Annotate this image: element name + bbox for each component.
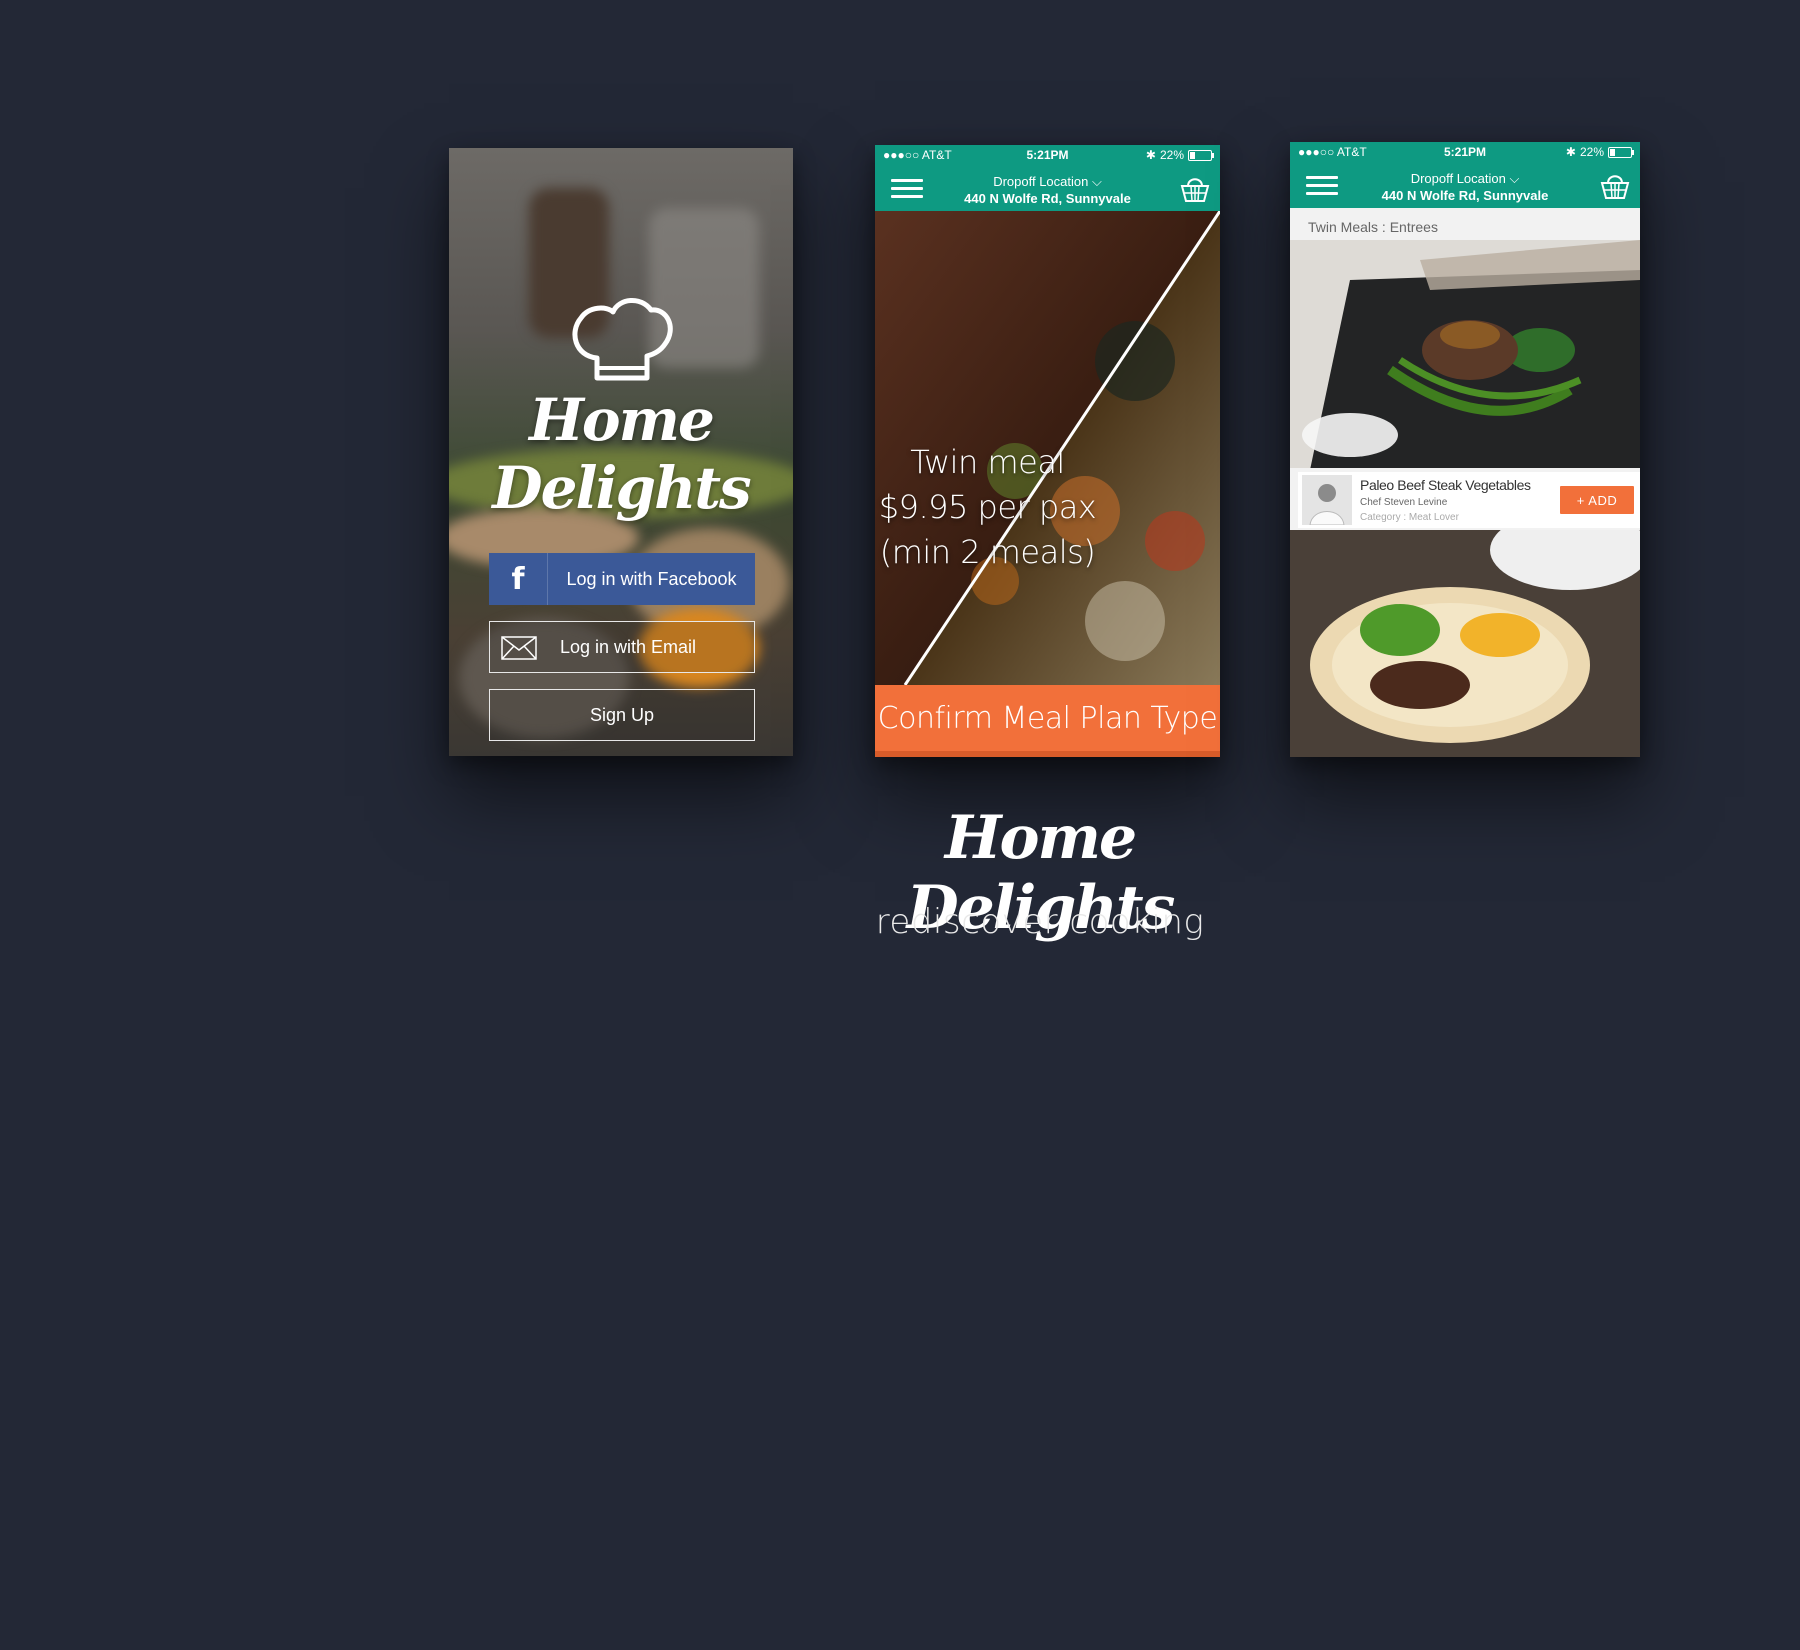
dish-category: Category : Meat Lover (1360, 512, 1459, 523)
entrees-screen: ●●●○○ AT&T 5:21PM ✱ 22% Dropoff Location… (1290, 142, 1640, 757)
dropoff-address: 440 N Wolfe Rd, Sunnyvale (964, 191, 1131, 206)
footer-tagline: rediscover cooking (875, 902, 1205, 942)
dish-name: Paleo Beef Steak Vegetables (1360, 477, 1531, 493)
facebook-icon: f (489, 553, 548, 605)
email-login-label: Log in with Email (559, 636, 697, 657)
dropoff-address: 440 N Wolfe Rd, Sunnyvale (1381, 188, 1549, 203)
promo-line-1: Twin meal (910, 443, 1065, 481)
add-to-cart-button[interactable]: + ADD (1560, 486, 1634, 514)
battery-icon (1188, 149, 1214, 161)
dropoff-location-selector[interactable]: Dropoff Location ⌵ (875, 174, 1220, 190)
bluetooth-icon: ✱ (1145, 148, 1156, 162)
breadcrumb: Twin Meals : Entrees (1308, 219, 1438, 235)
promo-line-3: (min 2 meals) (879, 533, 1096, 571)
dish-photo-steak (1290, 240, 1640, 468)
status-bar: ●●●○○ AT&T 5:21PM ✱ 22% (875, 145, 1220, 165)
status-bar: ●●●○○ AT&T 5:21PM ✱ 22% (1290, 142, 1640, 162)
dish-photo-steak-salad (1290, 530, 1640, 757)
basket-icon[interactable] (1600, 172, 1630, 200)
envelope-icon (501, 636, 537, 660)
meal-plan-screen: ●●●○○ AT&T 5:21PM ✱ 22% Dropoff Location… (875, 145, 1220, 757)
sign-up-button[interactable]: Sign Up (489, 689, 755, 741)
dropoff-location-selector[interactable]: Dropoff Location ⌵ (1290, 171, 1640, 187)
chef-name: Chef Steven Levine (1360, 497, 1448, 508)
login-brand-title: Home Delights (492, 386, 751, 522)
confirm-meal-plan-button[interactable]: Confirm Meal Plan Type (875, 685, 1220, 757)
bluetooth-icon: ✱ (1565, 145, 1576, 159)
app-header: ●●●○○ AT&T 5:21PM ✱ 22% Dropoff Location… (875, 145, 1220, 211)
battery-icon (1608, 146, 1634, 158)
dish-card[interactable]: Paleo Beef Steak Vegetables Chef Steven … (1298, 472, 1640, 528)
chef-avatar (1302, 475, 1352, 526)
email-login-button[interactable]: Log in with Email (489, 621, 755, 673)
login-screen: Home Delights f Log in with Facebook Log… (449, 148, 793, 756)
app-header: ●●●○○ AT&T 5:21PM ✱ 22% Dropoff Location… (1290, 142, 1640, 208)
basket-icon[interactable] (1180, 175, 1210, 203)
battery-percent: 22% (1579, 145, 1604, 159)
facebook-login-button[interactable]: f Log in with Facebook (489, 553, 755, 605)
facebook-login-label: Log in with Facebook (566, 568, 737, 589)
sign-up-label: Sign Up (589, 704, 655, 725)
promo-line-2: $9.95 per pax (878, 488, 1097, 526)
chef-hat-icon (572, 298, 673, 381)
battery-percent: 22% (1159, 148, 1184, 162)
